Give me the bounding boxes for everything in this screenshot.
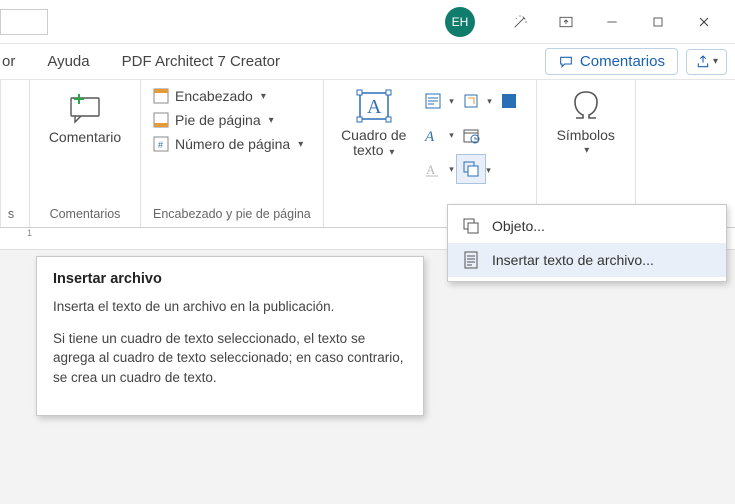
tooltip-title: Insertar archivo <box>53 271 407 287</box>
group-comentarios: Comentario Comentarios <box>30 80 141 227</box>
chevron-down-icon: ▾ <box>584 145 589 156</box>
comments-button[interactable]: Comentarios <box>545 48 678 75</box>
dropcap-button[interactable] <box>494 86 524 116</box>
menu-item-objeto[interactable]: Objeto... <box>448 209 726 243</box>
insert-object-split-button[interactable]: ▾ <box>456 154 486 184</box>
text-file-icon <box>462 251 480 269</box>
partial-button[interactable] <box>5 84 17 90</box>
comment-plus-icon <box>65 90 105 126</box>
magic-wand-icon[interactable] <box>497 4 543 40</box>
omega-icon <box>568 90 604 124</box>
textbox-icon: A <box>355 90 393 124</box>
menu-item-insertar-texto-label: Insertar texto de archivo... <box>492 252 654 268</box>
insert-business-info-button[interactable]: ▾ <box>456 86 486 116</box>
svg-text:#: # <box>158 140 163 150</box>
typography-button[interactable]: A▾ <box>418 154 448 184</box>
textbox-label-2: texto <box>353 142 383 158</box>
group-comentarios-label: Comentarios <box>42 203 128 227</box>
close-button[interactable] <box>681 4 727 40</box>
user-avatar[interactable]: EH <box>445 7 475 37</box>
encabezado-label: Encabezado <box>175 88 253 104</box>
ribbon-display-options-icon[interactable] <box>543 4 589 40</box>
numero-pagina-button[interactable]: # Número de página ▾ <box>153 136 303 152</box>
header-icon <box>153 88 169 104</box>
empty-cell-2 <box>494 154 524 184</box>
chevron-down-icon: ▾ <box>713 56 718 67</box>
pie-pagina-button[interactable]: Pie de página ▾ <box>153 112 303 128</box>
insert-building-blocks-button[interactable]: ▾ <box>418 86 448 116</box>
tooltip-paragraph-1: Inserta el texto de un archivo en la pub… <box>53 297 407 317</box>
title-bar: EH <box>0 0 735 44</box>
tooltip-paragraph-2: Si tiene un cuadro de texto seleccionado… <box>53 329 407 388</box>
chevron-down-icon: ▾ <box>269 115 274 126</box>
new-comment-label: Comentario <box>49 130 121 145</box>
empty-cell <box>494 120 524 150</box>
simbolos-button[interactable]: Símbolos ▾ <box>549 84 623 156</box>
group-encabezado-pie: Encabezado ▾ Pie de página ▾ # Número de… <box>141 80 324 227</box>
comments-button-label: Comentarios <box>580 53 665 70</box>
chevron-down-icon: ▾ <box>261 91 266 102</box>
minimize-button[interactable] <box>589 4 635 40</box>
svg-text:A: A <box>367 96 382 118</box>
group-partial-left: s <box>0 80 30 227</box>
pie-pagina-label: Pie de página <box>175 112 261 128</box>
wordart-button[interactable]: A▾ <box>418 120 448 150</box>
share-button[interactable]: ▾ <box>686 49 727 75</box>
new-comment-button[interactable]: Comentario <box>42 84 128 145</box>
text-options-grid: ▾ ▾ A▾ A▾ ▾ <box>418 84 524 184</box>
textbox-button[interactable]: A Cuadro de texto ▾ <box>336 84 412 159</box>
date-time-button[interactable] <box>456 120 486 150</box>
ribbon-tabs: or Ayuda PDF Architect 7 Creator Comenta… <box>0 44 735 80</box>
svg-text:A: A <box>426 162 436 177</box>
maximize-button[interactable] <box>635 4 681 40</box>
numero-pagina-label: Número de página <box>175 136 290 152</box>
chevron-down-icon: ▾ <box>389 147 394 158</box>
footer-icon <box>153 112 169 128</box>
ruler-mark: 1 <box>27 228 32 238</box>
page-number-icon: # <box>153 136 169 152</box>
menu-item-objeto-label: Objeto... <box>492 218 545 234</box>
simbolos-label: Símbolos <box>557 128 615 143</box>
tab-ayuda[interactable]: Ayuda <box>45 47 91 76</box>
svg-text:A: A <box>424 129 435 145</box>
quick-access-box[interactable] <box>0 9 48 35</box>
group-encpie-label: Encabezado y pie de página <box>153 203 311 227</box>
tooltip-insertar-archivo: Insertar archivo Inserta el texto de un … <box>36 256 424 416</box>
group-label-partial: s <box>5 203 17 227</box>
encabezado-button[interactable]: Encabezado ▾ <box>153 88 303 104</box>
chevron-down-icon: ▾ <box>298 139 303 150</box>
object-icon <box>462 217 480 235</box>
insert-object-dropdown: Objeto... Insertar texto de archivo... <box>447 204 727 282</box>
tab-partial[interactable]: or <box>0 47 17 76</box>
textbox-label-1: Cuadro de <box>341 128 406 143</box>
tooltip-body: Inserta el texto de un archivo en la pub… <box>53 297 407 387</box>
menu-item-insertar-texto-archivo[interactable]: Insertar texto de archivo... <box>448 243 726 277</box>
tab-pdf-architect[interactable]: PDF Architect 7 Creator <box>120 47 282 76</box>
